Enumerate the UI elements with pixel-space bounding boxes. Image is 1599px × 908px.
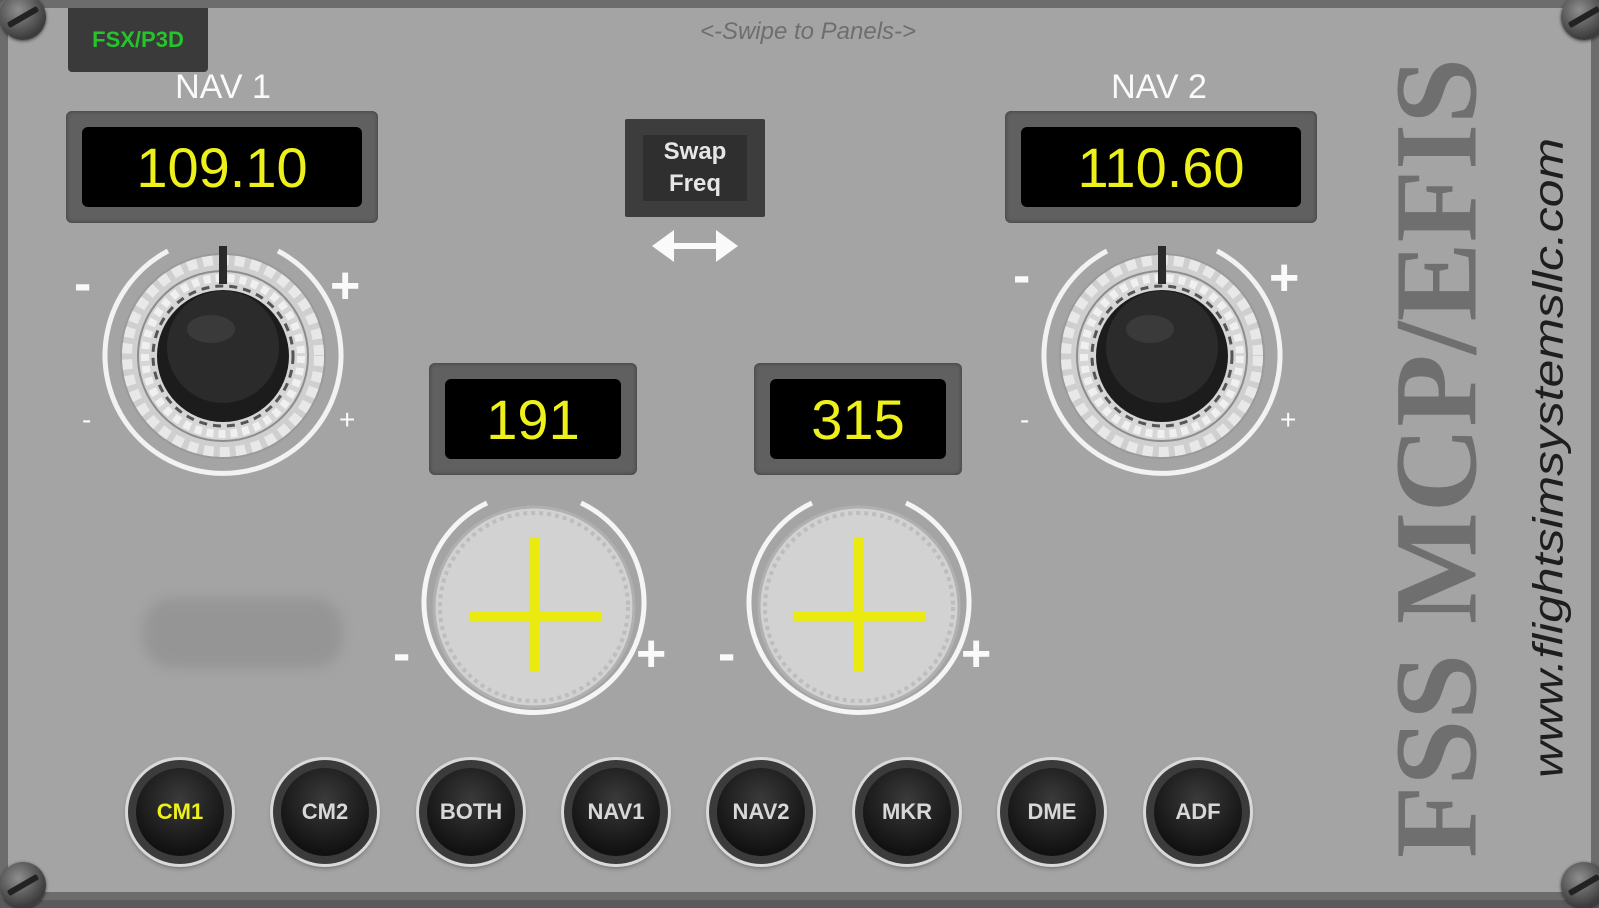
panel-smudge bbox=[143, 598, 343, 668]
screw-icon bbox=[1561, 0, 1599, 40]
course-right-minus-label: - bbox=[718, 625, 736, 683]
course-right-plus-label: + bbox=[961, 625, 992, 683]
course-left-knob[interactable] bbox=[417, 495, 651, 719]
audio-button-adf[interactable]: ADF bbox=[1146, 760, 1250, 864]
brand-title: FSS MCP/EFIS bbox=[1376, 58, 1496, 858]
course-right-value: 315 bbox=[770, 379, 946, 459]
nav1-tuning-knob[interactable] bbox=[93, 241, 353, 481]
svg-text:FSS MCP/EFIS: FSS MCP/EFIS bbox=[1376, 58, 1496, 858]
audio-button-label: MKR bbox=[863, 768, 951, 856]
swap-label-line1: Swap bbox=[663, 138, 727, 165]
audio-button-nav1[interactable]: NAV1 bbox=[564, 760, 668, 864]
audio-button-mkr[interactable]: MKR bbox=[855, 760, 959, 864]
swap-label-line2: Freq bbox=[668, 170, 721, 197]
nav1-frequency: 109.10 bbox=[82, 127, 362, 207]
nav2-plus-label: + bbox=[1269, 249, 1300, 307]
course-left-minus-label: - bbox=[393, 625, 411, 683]
audio-button-label: NAV1 bbox=[572, 768, 660, 856]
nav1-minus-label: - bbox=[74, 255, 92, 313]
course-left-value: 191 bbox=[445, 379, 621, 459]
nav2-plus-small-label: + bbox=[1280, 404, 1297, 435]
svg-text:www.flightsimsystemsllc.com: www.flightsimsystemsllc.com bbox=[1525, 138, 1572, 778]
audio-button-label: BOTH bbox=[427, 768, 515, 856]
audio-button-nav2[interactable]: NAV2 bbox=[709, 760, 813, 864]
swap-arrow-icon bbox=[652, 230, 738, 262]
nav2-frequency: 110.60 bbox=[1021, 127, 1301, 207]
audio-button-label: CM1 bbox=[136, 768, 224, 856]
audio-button-cm1[interactable]: CM1 bbox=[128, 760, 232, 864]
nav2-minus-small-label: - bbox=[1020, 404, 1030, 435]
screw-icon bbox=[1561, 862, 1599, 908]
audio-button-label: CM2 bbox=[281, 768, 369, 856]
audio-button-label: ADF bbox=[1154, 768, 1242, 856]
course-right-display: 315 bbox=[754, 363, 962, 475]
swap-freq-button[interactable]: Swap Freq bbox=[625, 119, 765, 217]
simulator-badge[interactable]: FSX/P3D bbox=[68, 8, 208, 72]
nav1-minus-small-label: - bbox=[82, 404, 92, 435]
audio-button-dme[interactable]: DME bbox=[1000, 760, 1104, 864]
swipe-hint[interactable]: <-Swipe to Panels-> bbox=[608, 18, 1008, 46]
radio-panel: FSX/P3D <-Swipe to Panels-> NAV 1 109.10… bbox=[0, 0, 1599, 908]
nav1-plus-small-label: + bbox=[339, 404, 356, 435]
course-right-knob[interactable] bbox=[742, 495, 976, 719]
course-left-plus-label: + bbox=[636, 625, 667, 683]
nav1-display: 109.10 bbox=[66, 111, 378, 223]
audio-button-cm2[interactable]: CM2 bbox=[273, 760, 377, 864]
audio-button-label: NAV2 bbox=[717, 768, 805, 856]
screw-icon bbox=[0, 0, 46, 40]
brand-website: www.flightsimsystemsllc.com bbox=[1525, 138, 1572, 778]
nav2-label: NAV 2 bbox=[1111, 68, 1207, 106]
nav2-minus-label: - bbox=[1013, 247, 1031, 305]
audio-button-label: DME bbox=[1008, 768, 1096, 856]
nav1-label: NAV 1 bbox=[175, 68, 271, 106]
nav2-display: 110.60 bbox=[1005, 111, 1317, 223]
course-left-display: 191 bbox=[429, 363, 637, 475]
screw-icon bbox=[0, 862, 46, 908]
nav2-tuning-knob[interactable] bbox=[1032, 241, 1292, 481]
audio-button-both[interactable]: BOTH bbox=[419, 760, 523, 864]
nav1-plus-label: + bbox=[330, 257, 361, 315]
